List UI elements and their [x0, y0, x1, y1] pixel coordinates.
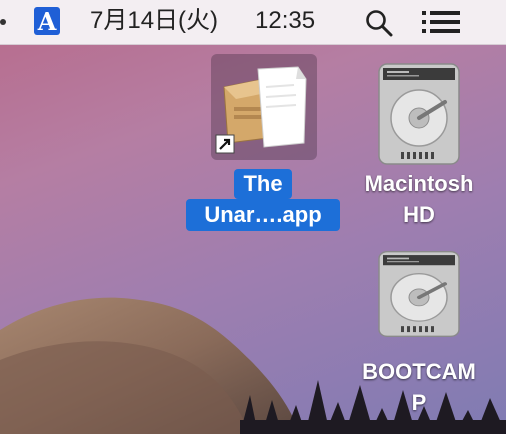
list-icon[interactable] — [422, 10, 462, 34]
icon-label-line2[interactable]: P — [346, 388, 492, 417]
hard-drive-icon[interactable] — [377, 62, 461, 166]
archive-app-alias-icon[interactable] — [214, 57, 314, 157]
menu-bar: A 7月14日(火) 12:35 — [0, 0, 506, 45]
icon-label-line2[interactable]: HD — [346, 200, 492, 229]
menu-clock[interactable]: 12:35 — [255, 6, 315, 36]
app-icon-selection[interactable] — [211, 54, 317, 160]
icon-label-line1[interactable]: The — [186, 169, 340, 198]
hard-drive-icon[interactable] — [377, 250, 461, 338]
menu-dot-icon — [0, 19, 6, 25]
icon-label-line2[interactable]: Unar….app — [186, 200, 340, 229]
icon-label-line1[interactable]: Macintosh — [346, 169, 492, 198]
input-method-icon[interactable]: A — [34, 7, 60, 36]
menu-date[interactable]: 7月14日(火) — [90, 6, 218, 36]
search-icon[interactable] — [364, 8, 394, 38]
icon-label-line1[interactable]: BOOTCAM — [346, 357, 492, 386]
